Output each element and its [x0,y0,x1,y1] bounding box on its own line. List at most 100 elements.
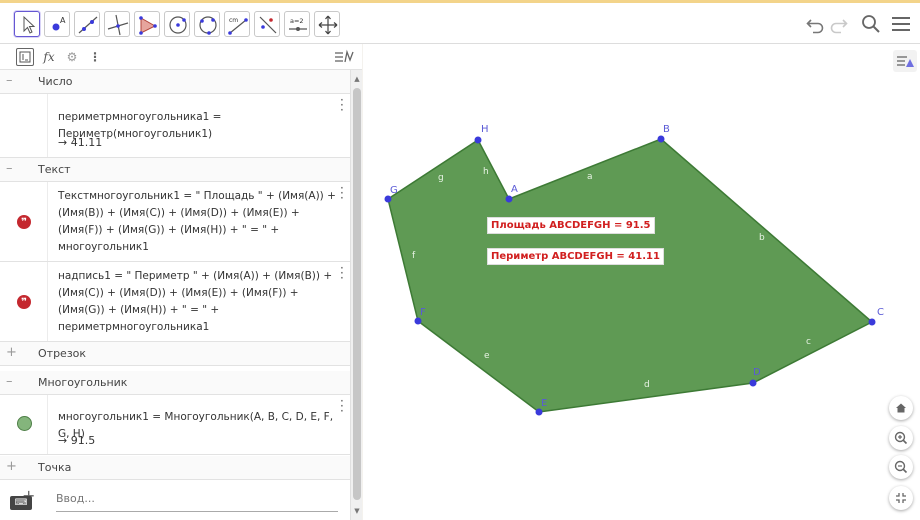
category-label: Точка [38,461,72,474]
point-label-c: C [877,307,884,318]
svg-text:cm: cm [229,17,238,24]
style-bar-toggle[interactable] [893,50,917,72]
graphics-view[interactable]: a b c d e f g h A B C D E F G H Площадь … [363,44,920,520]
quote-icon[interactable]: ❞ [17,215,31,229]
redo-icon[interactable] [829,14,849,34]
distance-tool-button[interactable]: cm [224,11,250,37]
kebab-icon[interactable]: ⋮ [86,48,104,66]
style-bar-icon [897,56,914,67]
segment-label-d: d [644,380,650,390]
item-marker: ❞ [0,262,48,341]
home-button[interactable] [889,396,913,420]
definition-line: периметрмногоугольника1 [58,321,210,333]
visibility-toggle-icon[interactable] [17,416,32,431]
input-underline [56,511,338,512]
menu-icon[interactable] [890,13,912,35]
item-definition[interactable]: надпись1 = " Периметр " + (Имя(A)) + (Им… [58,268,336,336]
point-d[interactable] [749,379,757,387]
quote-icon[interactable]: ❞ [17,295,31,309]
item-output: → 41.11 [58,136,103,149]
fullscreen-button[interactable] [889,486,913,510]
point-icon: A [52,16,66,31]
category-polygon[interactable]: – Многоугольник [0,371,350,395]
expand-icon: + [6,345,17,360]
point-h[interactable] [474,136,482,144]
svg-text:a=2: a=2 [290,17,304,25]
item-definition[interactable]: многоугольник1 = Многоугольник(A, B, C, … [58,409,336,443]
segment-label-h: h [483,167,489,177]
point-tool-button[interactable]: A [44,11,70,37]
reflect-tool-button[interactable] [254,11,280,37]
point-label-e: E [541,398,547,409]
algebra-input[interactable] [56,488,336,508]
sort-button[interactable] [16,48,34,66]
circle-three-points-tool-button[interactable] [194,11,220,37]
item-kebab-icon[interactable]: · · · [340,182,346,204]
point-label-g: G [390,185,398,196]
item-marker [0,395,48,454]
item-kebab-icon[interactable]: · · · [340,94,346,116]
algebra-scrollbar[interactable]: ▲ ▼ [350,70,362,520]
category-number[interactable]: – Число [0,70,350,94]
category-label: Число [38,75,73,88]
sort-icon [19,51,31,63]
point-a[interactable] [505,195,513,203]
move-graphics-tool-button[interactable] [314,11,340,37]
perimeter-caption[interactable]: Периметр ABCDEFGH = 41.11 [487,248,664,265]
category-segment[interactable]: + Отрезок [0,342,350,366]
point-label-d: D [753,367,761,378]
collapse-icon: – [6,73,13,88]
algebra-view: fx ⚙ ⋮ – Число периметрмногоугольника1 =… [0,44,362,520]
point-c[interactable] [868,318,876,326]
list-item-polygon[interactable]: многоугольник1 = Многоугольник(A, B, C, … [0,395,350,455]
polygon-tool-button[interactable] [134,11,160,37]
scroll-thumb[interactable] [353,88,361,500]
point-e[interactable] [535,408,543,416]
home-icon [896,403,906,413]
category-text[interactable]: – Текст [0,158,350,182]
list-item-perimeter-text[interactable]: ❞ надпись1 = " Периметр " + (Имя(A)) + (… [0,262,350,342]
line-tool-button[interactable] [74,11,100,37]
slider-icon: a=2 [289,17,307,31]
definition-line: (Имя(F)) + (Имя(G)) + (Имя(H)) + " = " + [58,224,280,236]
perpendicular-tool-button[interactable] [104,11,130,37]
list-item-perimeter[interactable]: периметрмногоугольника1 = Периметр(много… [0,94,350,158]
slider-tool-button[interactable]: a=2 [284,11,310,37]
zoom-out-button[interactable] [889,455,913,479]
undo-icon[interactable] [805,14,825,34]
circle-three-points-icon [199,16,217,35]
zoom-in-button[interactable] [889,426,913,450]
point-f[interactable] [414,317,422,325]
category-label: Многоугольник [38,376,128,389]
definition-line: многоугольник1 [58,241,149,253]
keyboard-icon[interactable]: ⌨ [10,496,32,510]
scroll-down-icon[interactable]: ▼ [353,506,361,516]
point-b[interactable] [657,135,665,143]
item-definition[interactable]: Текстмногоугольник1 = " Площадь " + (Имя… [58,188,336,256]
algebra-header: fx ⚙ ⋮ [0,44,362,70]
move-tool-button[interactable] [14,11,40,37]
collapse-icon: – [6,161,13,176]
search-icon[interactable] [860,13,882,35]
list-item-area-text[interactable]: ❞ Текстмногоугольник1 = " Площадь " + (И… [0,182,350,262]
segment-label-e: e [484,351,490,361]
geometry-canvas[interactable]: a b c d e f g h A B C D E F G H [363,44,920,520]
point-label-a: A [511,184,518,195]
gear-icon[interactable]: ⚙ [63,48,81,66]
area-caption[interactable]: Площадь ABCDEFGH = 91.5 [487,217,655,234]
circle-center-tool-button[interactable] [164,11,190,37]
scroll-up-icon[interactable]: ▲ [353,74,361,84]
definition-line: Текстмногоугольник1 = " Площадь " + (Имя… [58,190,336,202]
style-toggle-icon [335,49,354,63]
item-kebab-icon[interactable]: · · · [340,395,346,417]
polygon-abcdefgh[interactable] [387,138,874,413]
svg-text:A: A [60,16,66,25]
style-toggle-button[interactable] [332,48,356,66]
item-marker [0,94,48,157]
fx-icon[interactable]: fx [40,48,58,66]
category-point[interactable]: + Точка [0,456,350,480]
distance-icon: cm [228,17,248,35]
item-kebab-icon[interactable]: · · · [340,262,346,284]
point-g[interactable] [384,195,392,203]
fullscreen-exit-icon [896,493,906,503]
